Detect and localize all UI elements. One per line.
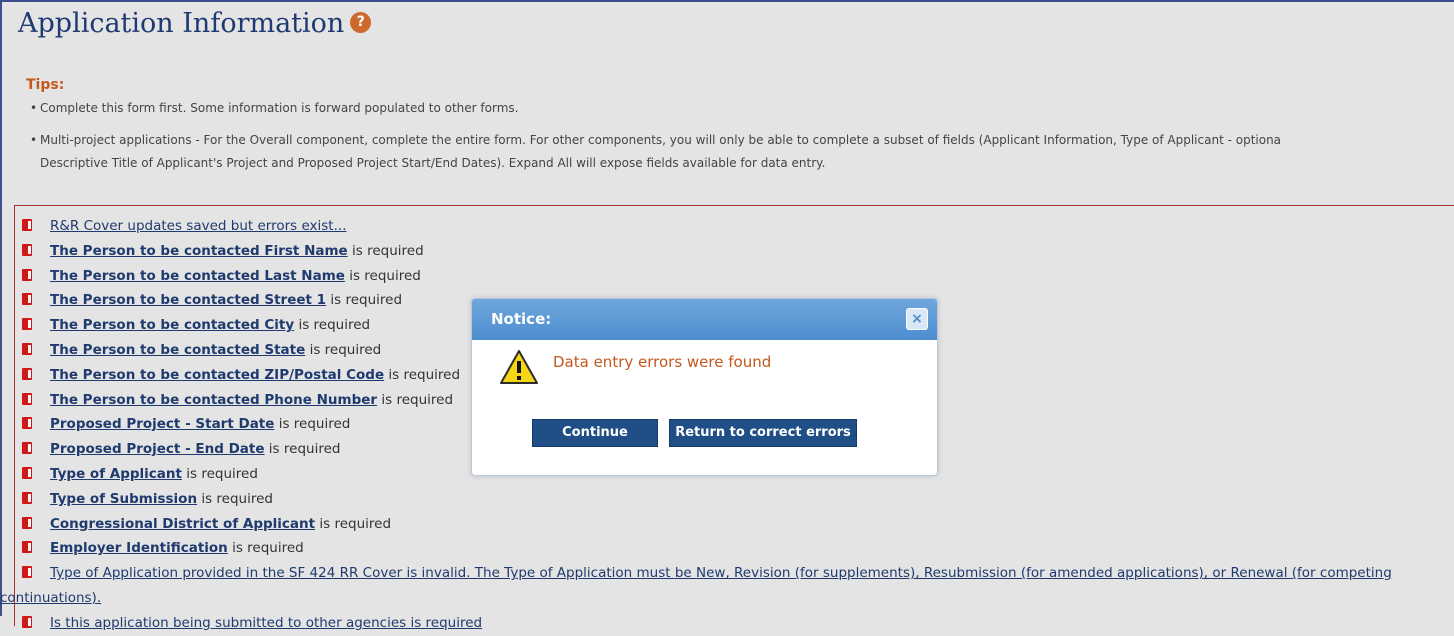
return-to-correct-errors-button[interactable]: Return to correct errors	[669, 419, 857, 447]
error-flag-icon	[22, 466, 32, 479]
tip-text: Complete this form first. Some informati…	[40, 101, 519, 115]
error-field-link[interactable]: Proposed Project - End Date	[50, 441, 265, 457]
tip-item: • Complete this form first. Some informat…	[30, 97, 518, 120]
error-message-link-continued[interactable]: continuations).	[0, 586, 1452, 611]
error-item: Employer Identification is required	[22, 536, 1452, 561]
tip-item: • Multi-project applications - For the Ov…	[30, 129, 1454, 175]
dialog-header: Notice: ×	[472, 299, 937, 340]
bullet-icon: •	[30, 133, 38, 147]
error-field-link[interactable]: The Person to be contacted City	[50, 317, 294, 333]
error-field-link[interactable]: The Person to be contacted Street 1	[50, 292, 326, 308]
error-flag-icon	[22, 342, 32, 355]
error-field-link[interactable]: The Person to be contacted Last Name	[50, 268, 345, 284]
error-message-link[interactable]: Is this application being submitted to o…	[50, 615, 482, 631]
error-field-link[interactable]: Type of Submission	[50, 491, 197, 507]
dialog-title: Notice:	[491, 310, 552, 328]
warning-icon	[500, 350, 538, 384]
error-item: The Person to be contacted Last Name is …	[22, 264, 1452, 289]
error-item: Congressional District of Applicant is r…	[22, 512, 1452, 537]
close-icon[interactable]: ×	[906, 308, 928, 330]
continue-button[interactable]: Continue	[532, 419, 658, 447]
error-item: The Person to be contacted First Name is…	[22, 239, 1452, 264]
error-field-link[interactable]: The Person to be contacted ZIP/Postal Co…	[50, 367, 384, 383]
error-flag-icon	[22, 566, 32, 579]
error-field-link[interactable]: Congressional District of Applicant	[50, 516, 315, 532]
error-flag-icon	[22, 318, 32, 331]
error-item: Is this application being submitted to o…	[22, 611, 1452, 636]
error-message-link[interactable]: Type of Application provided in the SF 4…	[50, 565, 1392, 581]
tips-label: Tips:	[26, 77, 65, 93]
error-flag-icon	[22, 243, 32, 256]
page-title: Application Information?	[18, 8, 372, 39]
error-summary: R&R Cover updates saved but errors exist…	[22, 214, 1452, 239]
error-flag-icon	[22, 491, 32, 504]
error-flag-icon	[22, 442, 32, 455]
error-item: Type of Submission is required	[22, 487, 1452, 512]
error-field-link[interactable]: The Person to be contacted First Name	[50, 243, 348, 259]
error-item: Type of Application provided in the SF 4…	[0, 561, 1452, 611]
error-summary-link[interactable]: R&R Cover updates saved but errors exist…	[50, 218, 346, 234]
error-field-link[interactable]: The Person to be contacted Phone Number	[50, 392, 377, 408]
help-icon[interactable]: ?	[350, 12, 372, 33]
error-flag-icon	[22, 268, 32, 281]
error-field-link[interactable]: The Person to be contacted State	[50, 342, 305, 358]
tip-text: Multi-project applications - For the Ove…	[40, 133, 1282, 147]
page-title-text: Application Information	[18, 8, 345, 39]
error-flag-icon	[22, 615, 32, 628]
error-flag-icon	[22, 516, 32, 529]
error-field-link[interactable]: Type of Applicant	[50, 466, 182, 482]
tip-text-continued: Descriptive Title of Applicant's Project…	[40, 156, 826, 170]
error-flag-icon	[22, 293, 32, 306]
error-field-link[interactable]: Employer Identification	[50, 540, 228, 556]
dialog-message: Data entry errors were found	[553, 353, 772, 371]
error-flag-icon	[22, 367, 32, 380]
error-field-link[interactable]: Proposed Project - Start Date	[50, 416, 274, 432]
error-flag-icon	[22, 392, 32, 405]
error-flag-icon	[22, 541, 32, 554]
bullet-icon: •	[30, 101, 38, 115]
error-flag-icon	[22, 219, 32, 231]
notice-dialog: Notice: × Data entry errors were found C…	[471, 298, 938, 476]
error-flag-icon	[22, 417, 32, 430]
